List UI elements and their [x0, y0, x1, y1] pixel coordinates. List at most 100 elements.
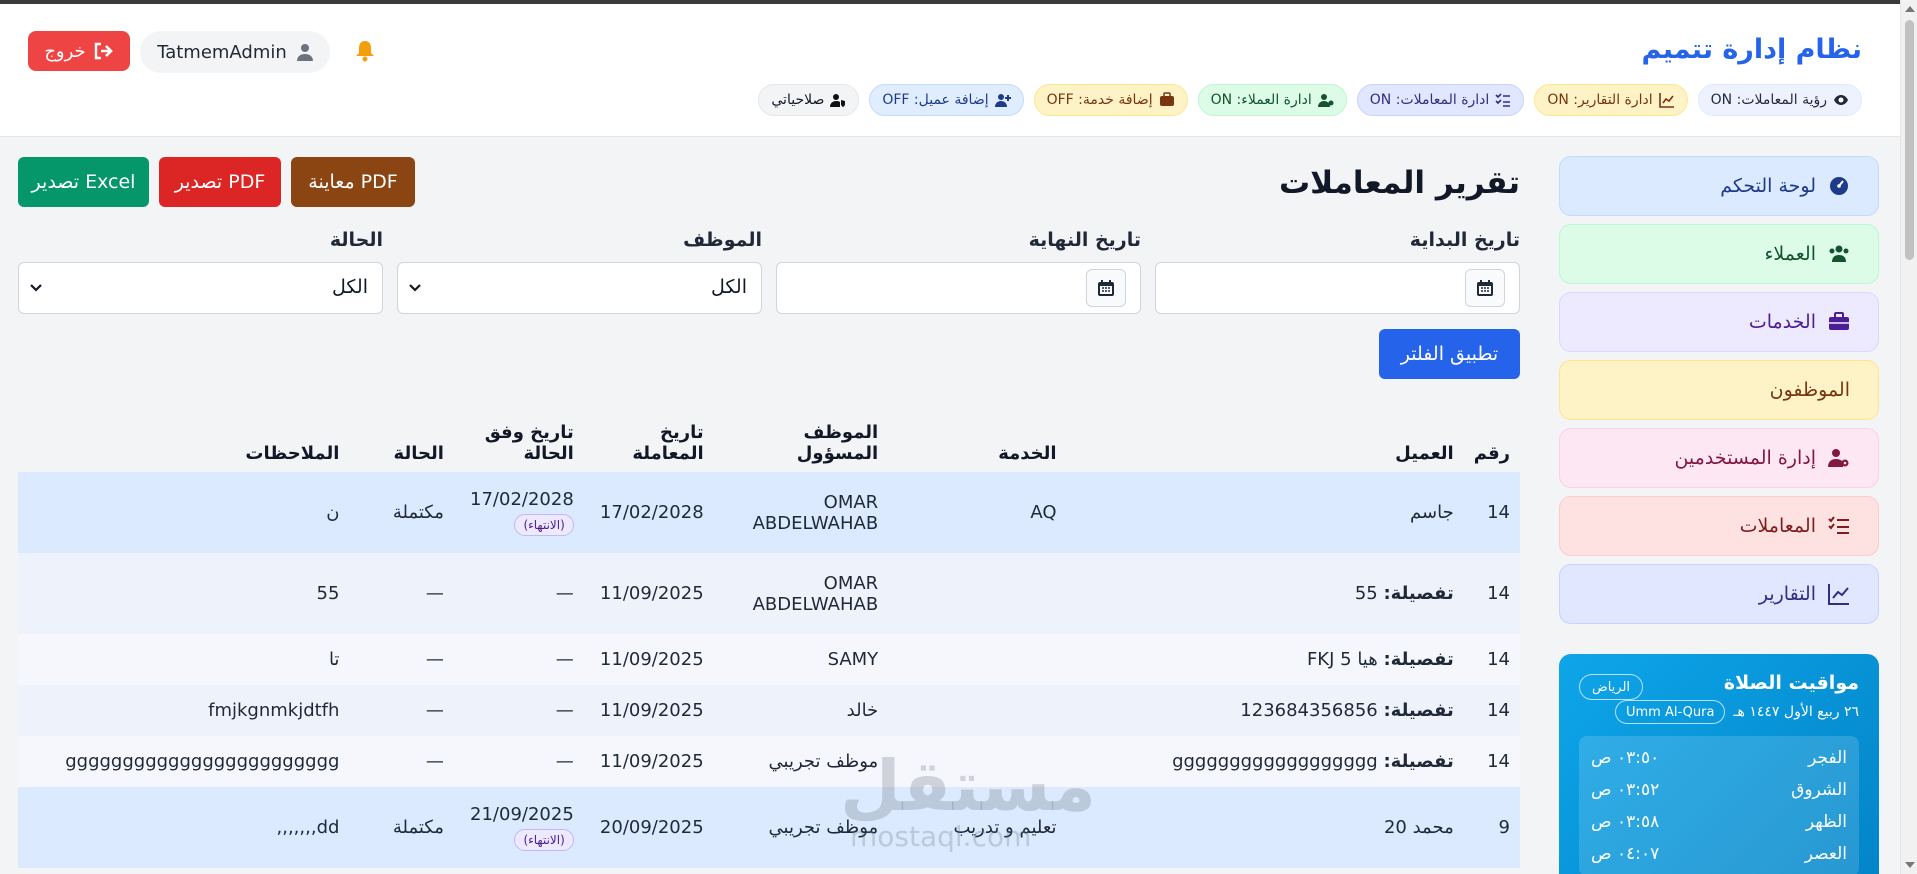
sidebar-item-clients[interactable]: العملاء: [1559, 224, 1879, 284]
permission-chip-add-service: إضافة خدمة: OFF: [1033, 84, 1188, 116]
client-value: 123684356856: [1240, 700, 1378, 721]
table-row[interactable]: 14 تفصيلة: gggggggggggggggggg موظف تجريب…: [18, 736, 1520, 787]
chart-line-icon: [1828, 584, 1849, 605]
table-row[interactable]: 14 تفصيلة: 123684356856 خالد 11/09/2025 …: [18, 685, 1520, 736]
export-pdf-button[interactable]: تصدير PDF: [159, 157, 281, 207]
export-excel-button[interactable]: تصدير Excel: [18, 157, 149, 207]
user-menu[interactable]: TatmemAdmin: [140, 31, 330, 73]
cell-client: تفصيلة: gggggggggggggggggg: [1066, 736, 1464, 787]
briefcase-icon: [1159, 92, 1174, 106]
sidebar-item-services[interactable]: الخدمات: [1559, 292, 1879, 352]
prayer-times-card: مواقيت الصلاة الرياض ٢٦ ربيع الأول ١٤٤٧ …: [1559, 654, 1879, 874]
cell-notes: dd,,,,,,,: [18, 787, 350, 868]
client-prefix: تفصيلة:: [1383, 751, 1454, 772]
client-value: 55: [1354, 583, 1378, 604]
sidebar-item-label: الخدمات: [1748, 311, 1816, 333]
bell-icon[interactable]: [354, 39, 376, 63]
end-date-label: تاريخ النهاية: [1028, 229, 1141, 251]
main-content: تقرير المعاملات معاينة PDF تصدير PDF تصد…: [18, 137, 1520, 874]
logout-label: خروج: [44, 40, 86, 62]
end-badge: (الانتهاء): [514, 829, 574, 851]
cell-employee: OMAR ABDELWAHAB: [713, 553, 889, 634]
table-row[interactable]: 14 تفصيلة: هيا 5 FKJ SAMY 11/09/2025 — —…: [18, 634, 1520, 685]
cell-status-date: 17/02/2028 (الانتهاء): [453, 472, 584, 553]
scroll-up-arrow-icon[interactable]: [1905, 6, 1915, 12]
sidebar-item-label: الموظفون: [1769, 379, 1850, 401]
permission-chip-manage-reports: ادارة التقارير: ON: [1534, 84, 1688, 116]
cell-number: 9: [1463, 787, 1520, 868]
col-header-notes: الملاحظات: [18, 405, 350, 472]
employee-select-value: الكل: [711, 276, 747, 298]
permission-label: صلاحياتي: [771, 92, 825, 108]
cell-notes: تا: [18, 634, 350, 685]
permission-label: إضافة خدمة: OFF: [1046, 92, 1153, 108]
sidebar: لوحة التحكم العملاء الخدمات الموظفون إدا…: [1559, 156, 1879, 632]
calendar-icon: [1098, 280, 1114, 296]
cell-notes: gggggggggggggggggggggggg: [18, 736, 350, 787]
sidebar-item-dashboard[interactable]: لوحة التحكم: [1559, 156, 1879, 216]
client-prefix: تفصيلة:: [1383, 583, 1454, 604]
sidebar-item-transactions[interactable]: المعاملات: [1559, 496, 1879, 556]
employee-select[interactable]: الكل: [397, 262, 762, 314]
prayer-name: الظهر: [1805, 812, 1847, 832]
prayer-list: الفجر ٠٣:٥٠ ص الشروق ٠٣:٥٢ ص الظهر ٠٣:٥٨…: [1579, 736, 1859, 874]
cell-number: 14: [1463, 634, 1520, 685]
table-row[interactable]: 9 محمد 20 تعليم و تدريب موظف تجريبي 20/0…: [18, 787, 1520, 868]
status-label: الحالة: [329, 229, 383, 251]
cell-status: مكتملة: [349, 472, 454, 553]
table-header-row: رقم العميل الخدمة الموظف المسؤول تاريخ ا…: [18, 405, 1520, 472]
start-date-picker-button[interactable]: [1465, 269, 1505, 307]
cell-status-date: —: [453, 553, 584, 634]
table-row[interactable]: 14 جاسم AQ OMAR ABDELWAHAB 17/02/2028 17…: [18, 472, 1520, 553]
prayer-time: ٠٣:٥٨ ص: [1591, 812, 1660, 832]
sign-out-icon: [94, 42, 113, 60]
col-header-number: رقم: [1463, 405, 1520, 472]
users-cog-icon: [1317, 94, 1334, 107]
col-header-date: تاريخ المعاملة: [583, 405, 714, 472]
prayer-name: الشروق: [1791, 780, 1847, 800]
page-scrollbar[interactable]: [1900, 0, 1917, 874]
cell-number: 14: [1463, 553, 1520, 634]
list-check-icon: [1828, 516, 1849, 534]
prayer-name: العصر: [1804, 844, 1847, 864]
end-date-input[interactable]: [776, 262, 1141, 314]
dashboard-icon: [1830, 177, 1848, 195]
cell-service: [888, 634, 1067, 685]
permission-chip-my-permissions: صلاحياتي: [758, 84, 860, 116]
cell-number: 14: [1463, 685, 1520, 736]
cell-date: 11/09/2025: [583, 685, 714, 736]
cell-client: جاسم: [1066, 472, 1464, 553]
scrollbar-thumb[interactable]: [1905, 20, 1914, 260]
sidebar-item-reports[interactable]: التقارير: [1559, 564, 1879, 624]
top-header: نظام إدارة تتميم صلاحياتي إضافة عميل: OF…: [0, 4, 1900, 137]
employee-label: الموظف: [683, 229, 762, 251]
app-title[interactable]: نظام إدارة تتميم: [1642, 34, 1862, 65]
user-icon: [296, 44, 313, 61]
scroll-down-arrow-icon[interactable]: [1905, 862, 1915, 868]
calendar-badge: Umm Al-Qura: [1615, 700, 1726, 724]
chevron-down-icon: [409, 284, 421, 292]
table-row[interactable]: 14 تفصيلة: 55 OMAR ABDELWAHAB 11/09/2025…: [18, 553, 1520, 634]
preview-pdf-button[interactable]: معاينة PDF: [291, 157, 415, 207]
logout-button[interactable]: خروج: [28, 31, 130, 71]
status-select[interactable]: الكل: [18, 262, 383, 314]
permission-label: ادارة العملاء: ON: [1210, 92, 1312, 108]
end-date-picker-button[interactable]: [1086, 269, 1126, 307]
apply-filter-button[interactable]: تطبيق الفلتر: [1379, 329, 1520, 379]
start-date-input[interactable]: [1155, 262, 1520, 314]
cell-date: 20/09/2025: [583, 787, 714, 868]
users-icon: [1829, 245, 1849, 262]
eye-icon: [1834, 95, 1848, 105]
cell-employee: OMAR ABDELWAHAB: [713, 472, 889, 553]
hijri-date-row: ٢٦ ربيع الأول ١٤٤٧ هـ Umm Al-Qura: [1579, 700, 1859, 724]
client-prefix: تفصيلة:: [1383, 700, 1454, 721]
cell-notes: fmjkgnmkjdtfh: [18, 685, 350, 736]
sidebar-item-user-management[interactable]: إدارة المستخدمين: [1559, 428, 1879, 488]
watermark-logo: مستقل: [840, 745, 1097, 827]
status-date-value: 21/09/2025: [470, 804, 574, 825]
client-value: هيا 5 FKJ: [1306, 649, 1378, 670]
sidebar-item-employees[interactable]: الموظفون: [1559, 360, 1879, 420]
list-check-icon: [1495, 93, 1511, 107]
prayer-row: الظهر ٠٣:٥٨ ص: [1591, 806, 1847, 838]
permission-chip-manage-clients: ادارة العملاء: ON: [1197, 84, 1347, 116]
